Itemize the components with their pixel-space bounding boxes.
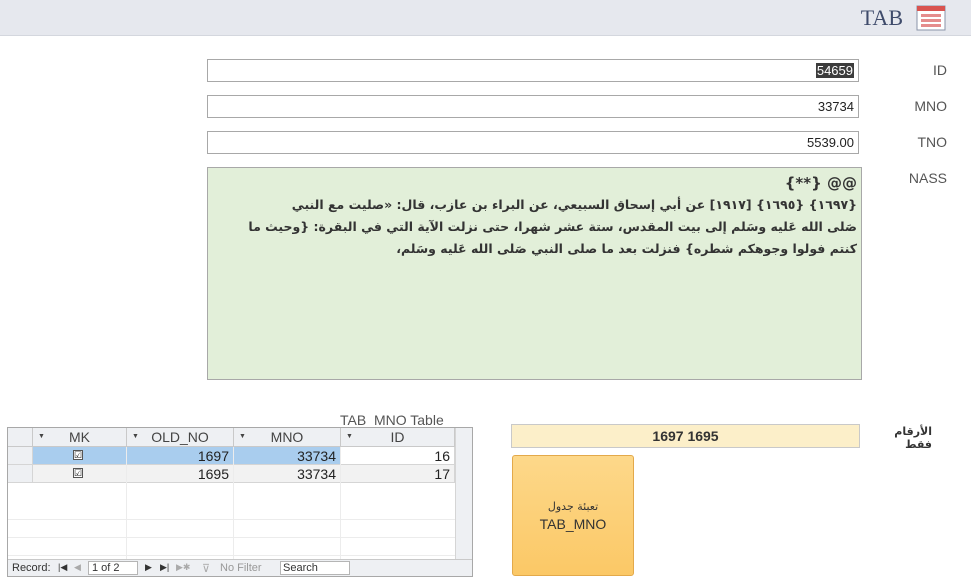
id-value: 54659 <box>815 63 854 78</box>
mk-checkbox[interactable]: ☑ <box>73 450 83 460</box>
nass-line: صَلى الله عَليه وسَلم إلى بيت المقدس، ست… <box>248 219 857 234</box>
search-input[interactable]: Search <box>280 561 350 575</box>
table-cell-old-no[interactable]: 1695 <box>127 465 234 483</box>
tno-label: TNO <box>917 134 947 150</box>
record-label: Record: <box>12 562 51 574</box>
form-icon <box>916 5 946 31</box>
filter-icon[interactable]: ⊽ <box>202 562 210 575</box>
dropdown-arrow-icon[interactable]: ▼ <box>239 428 246 446</box>
tno-field[interactable]: 5539.00 <box>207 131 859 154</box>
new-record-icon[interactable]: ▶✱ <box>176 562 190 573</box>
vertical-scrollbar[interactable] <box>455 428 472 559</box>
row-selector[interactable] <box>8 465 33 483</box>
record-navigator: Record: |◀ ◀ 1 of 2 ▶ ▶| ▶✱ ⊽ No Filter … <box>8 559 472 576</box>
record-position-input[interactable]: 1 of 2 <box>88 561 138 575</box>
table-cell-id[interactable]: 17 <box>341 465 455 483</box>
grid-line <box>126 447 127 559</box>
table-cell-mno[interactable]: 33734 <box>234 447 341 465</box>
empty-row <box>8 519 456 538</box>
numbers-only-label: الأرقام فقط <box>894 425 932 451</box>
fill-tab-mno-button[interactable]: تعبئة جدول TAB_MNO <box>512 455 634 576</box>
form-title: TAB <box>860 5 903 30</box>
select-all-corner[interactable] <box>8 428 33 447</box>
table-row-mk[interactable]: ☑ <box>33 465 127 483</box>
next-record-icon[interactable]: ▶ <box>145 562 152 573</box>
column-header-mno[interactable]: ▼ MNO <box>234 428 341 447</box>
no-filter-button[interactable]: No Filter <box>220 562 262 574</box>
nass-line: كنتم فولوا وجوهكم شطره} فنزلت بعد ما صلى… <box>396 241 857 256</box>
last-record-icon[interactable]: ▶| <box>160 562 169 573</box>
nass-textarea[interactable]: @@ {**} {١٦٩٧} {١٦٩٥} [١٩١٧] عن أبي إسحا… <box>207 167 862 380</box>
id-label: ID <box>933 62 947 78</box>
empty-row <box>8 537 456 556</box>
fill-button-label-en: TAB_MNO <box>539 516 607 532</box>
nass-line: {١٦٩٧} {١٦٩٥} [١٩١٧] عن أبي إسحاق السبيع… <box>291 197 857 212</box>
nass-line: @@ {**} <box>784 174 857 192</box>
prev-record-icon[interactable]: ◀ <box>74 562 81 573</box>
grid-line <box>340 447 341 559</box>
table-row-mk[interactable]: ☑ <box>33 447 127 465</box>
mno-field[interactable]: 33734 <box>207 95 859 118</box>
subtable-grid[interactable]: ▼ MK ▼ OLD_NO ▼ MNO ▼ ID ☑ 1697 33734 16 ☑ 1… <box>7 427 473 577</box>
column-header-old-no[interactable]: ▼ OLD_NO <box>127 428 234 447</box>
table-cell-old-no[interactable]: 1697 <box>127 447 234 465</box>
id-field[interactable]: 54659 <box>207 59 859 82</box>
dropdown-arrow-icon[interactable]: ▼ <box>346 428 353 446</box>
mk-checkbox[interactable]: ☑ <box>73 468 83 478</box>
mno-label: MNO <box>914 98 947 114</box>
numbers-only-field[interactable]: 1697 1695 <box>511 424 860 448</box>
table-cell-mno[interactable]: 33734 <box>234 465 341 483</box>
dropdown-arrow-icon[interactable]: ▼ <box>38 428 45 446</box>
fill-button-label-ar: تعبئة جدول <box>547 500 599 513</box>
column-header-mk[interactable]: ▼ MK <box>33 428 127 447</box>
subtable-caption: TAB_MNO Table <box>340 412 444 428</box>
empty-row <box>8 501 456 520</box>
grid-line <box>233 447 234 559</box>
dropdown-arrow-icon[interactable]: ▼ <box>132 428 139 446</box>
column-header-id[interactable]: ▼ ID <box>341 428 455 447</box>
nass-label: NASS <box>908 170 947 186</box>
form-header: TAB <box>0 0 971 36</box>
row-selector[interactable] <box>8 447 33 465</box>
table-cell-id[interactable]: 16 <box>341 447 455 465</box>
first-record-icon[interactable]: |◀ <box>58 562 67 573</box>
